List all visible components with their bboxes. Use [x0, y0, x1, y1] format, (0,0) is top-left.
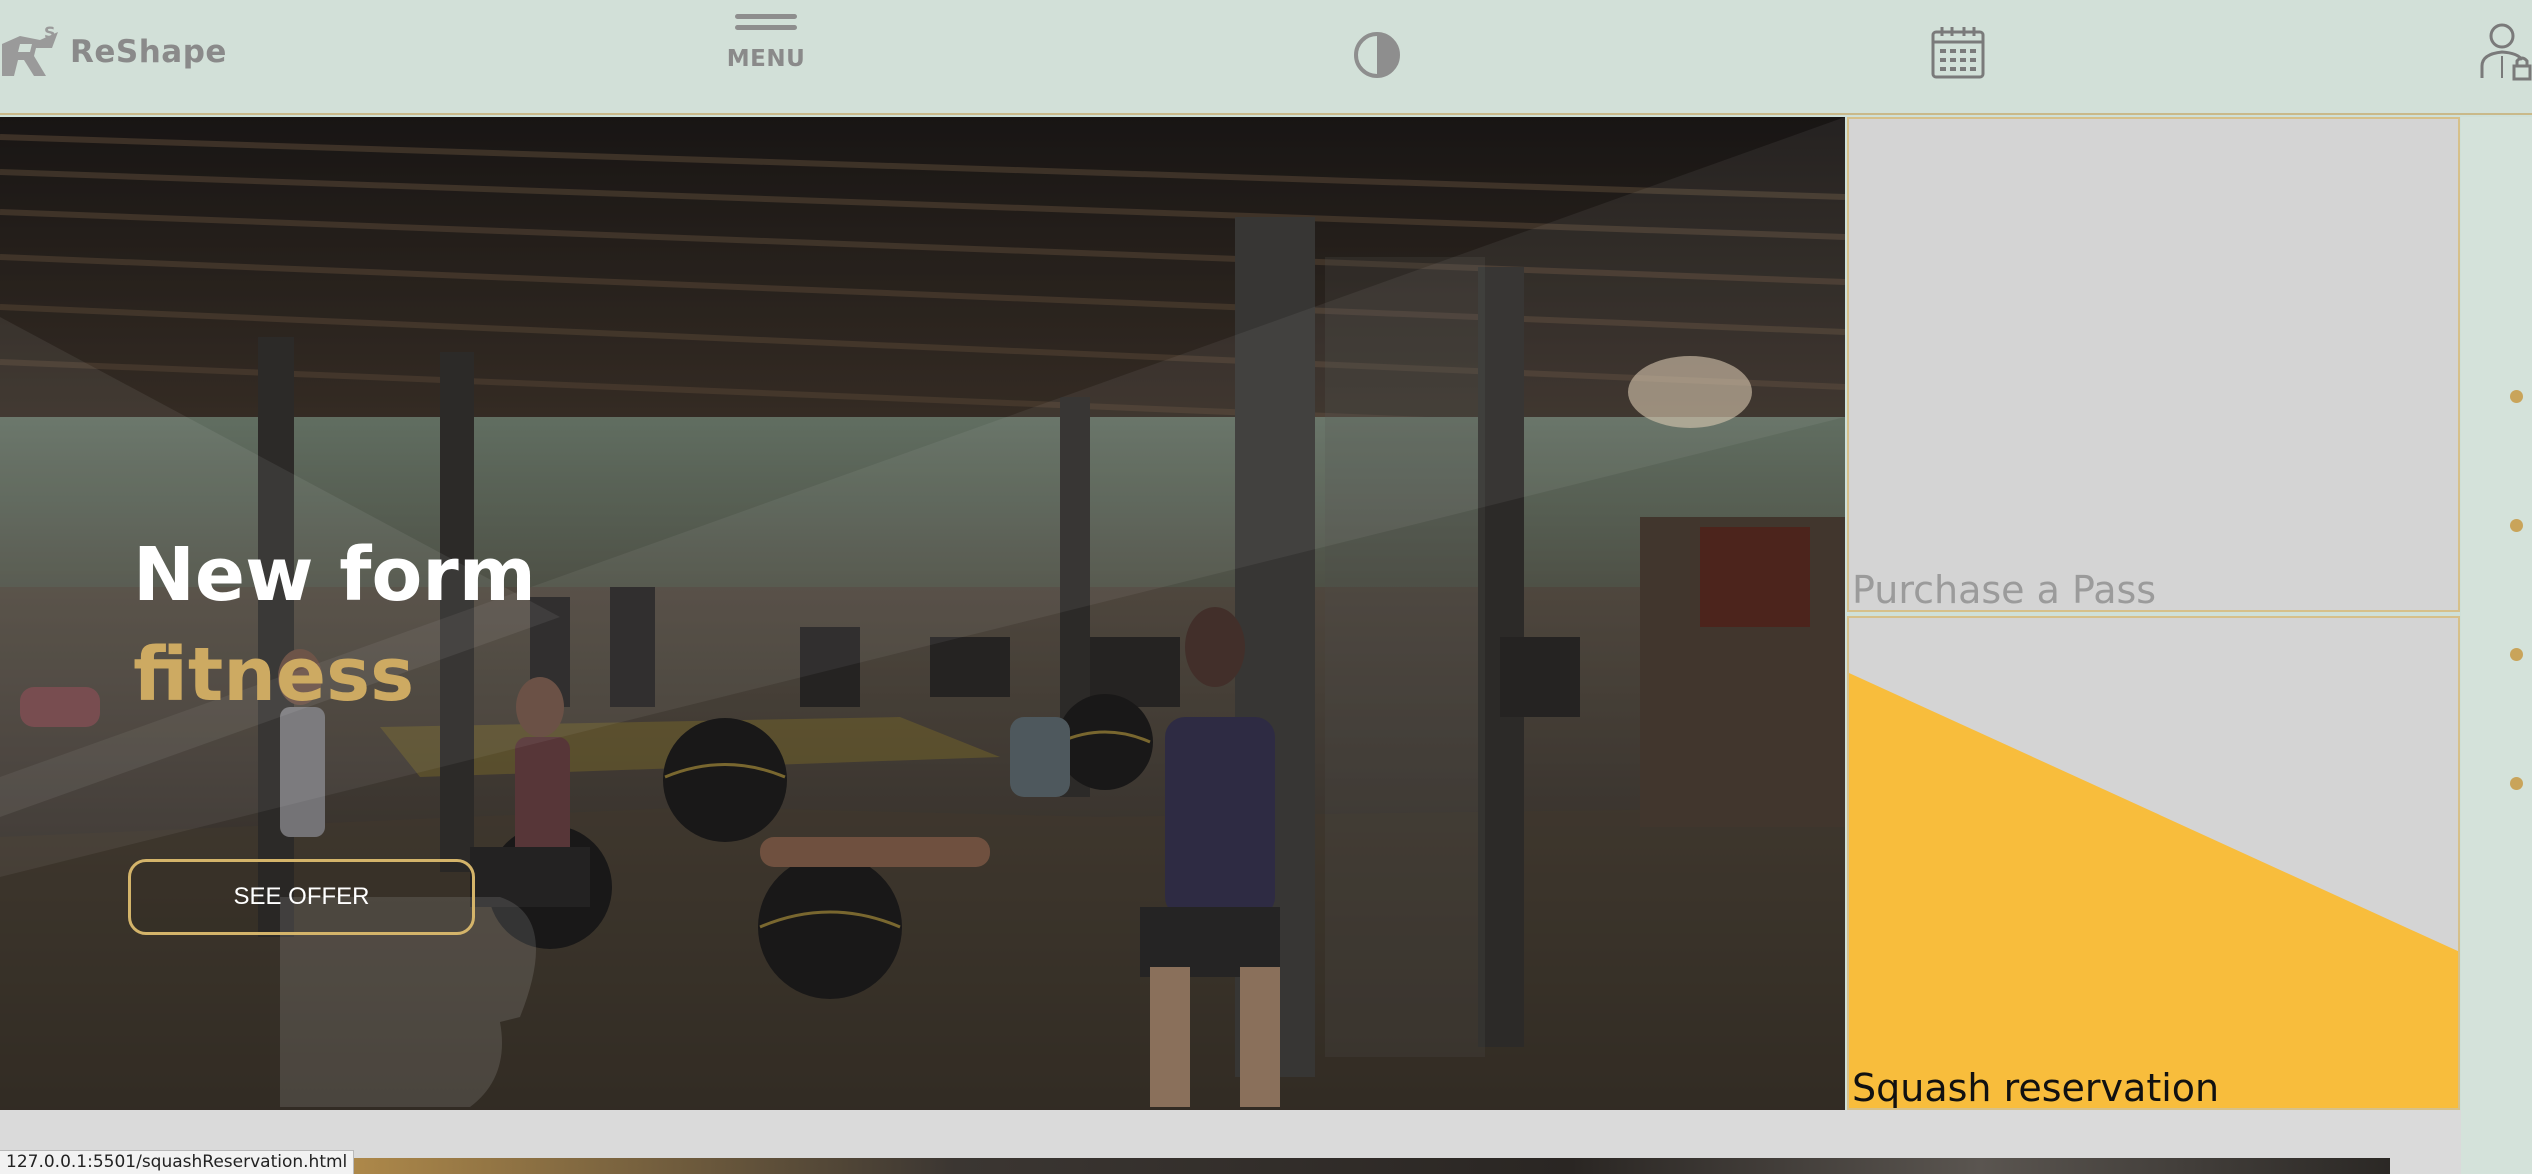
brand-logo[interactable]: S ReShape — [0, 22, 227, 82]
hero-heading: New form fitness — [133, 525, 536, 725]
calendar-button[interactable] — [1930, 24, 1986, 80]
contrast-icon — [1354, 32, 1400, 78]
hamburger-icon-bar — [735, 25, 797, 30]
carousel-indicator-strip — [2461, 117, 2532, 1174]
squash-reservation-title: Squash reservation — [1852, 1066, 2220, 1110]
next-banner-image — [340, 1158, 2390, 1174]
squash-graphic — [1849, 673, 2458, 1108]
carousel-dot-3[interactable] — [2510, 648, 2523, 661]
hamburger-icon — [735, 14, 797, 19]
purchase-pass-title: Purchase a Pass — [1852, 568, 2157, 612]
hero-banner: New form fitness SEE OFFER — [0, 117, 1845, 1110]
menu-label: MENU — [726, 46, 806, 72]
see-offer-button[interactable]: SEE OFFER — [128, 859, 475, 935]
hero-title-line1: New form — [133, 532, 536, 618]
contrast-toggle-button[interactable] — [1352, 30, 1402, 80]
calendar-icon — [1931, 27, 1985, 79]
menu-button[interactable]: MENU — [726, 10, 806, 96]
squash-reservation-card[interactable]: Squash reservation — [1847, 616, 2460, 1110]
logo-mark-icon: S — [2, 23, 58, 76]
hero-title-line2: fitness — [133, 632, 415, 718]
carousel-dot-4[interactable] — [2510, 777, 2523, 790]
site-header: S ReShape MENU — [0, 0, 2532, 115]
purchase-pass-card[interactable]: Purchase a Pass — [1847, 117, 2460, 612]
carousel-dot-1[interactable] — [2510, 390, 2523, 403]
account-button[interactable] — [2478, 20, 2532, 82]
svg-text:S: S — [44, 23, 56, 42]
brand-name: ReShape — [70, 34, 227, 70]
user-lock-icon — [2480, 23, 2532, 81]
carousel-dot-2[interactable] — [2510, 519, 2523, 532]
browser-status-url: 127.0.0.1:5501/squashReservation.html — [0, 1150, 355, 1174]
